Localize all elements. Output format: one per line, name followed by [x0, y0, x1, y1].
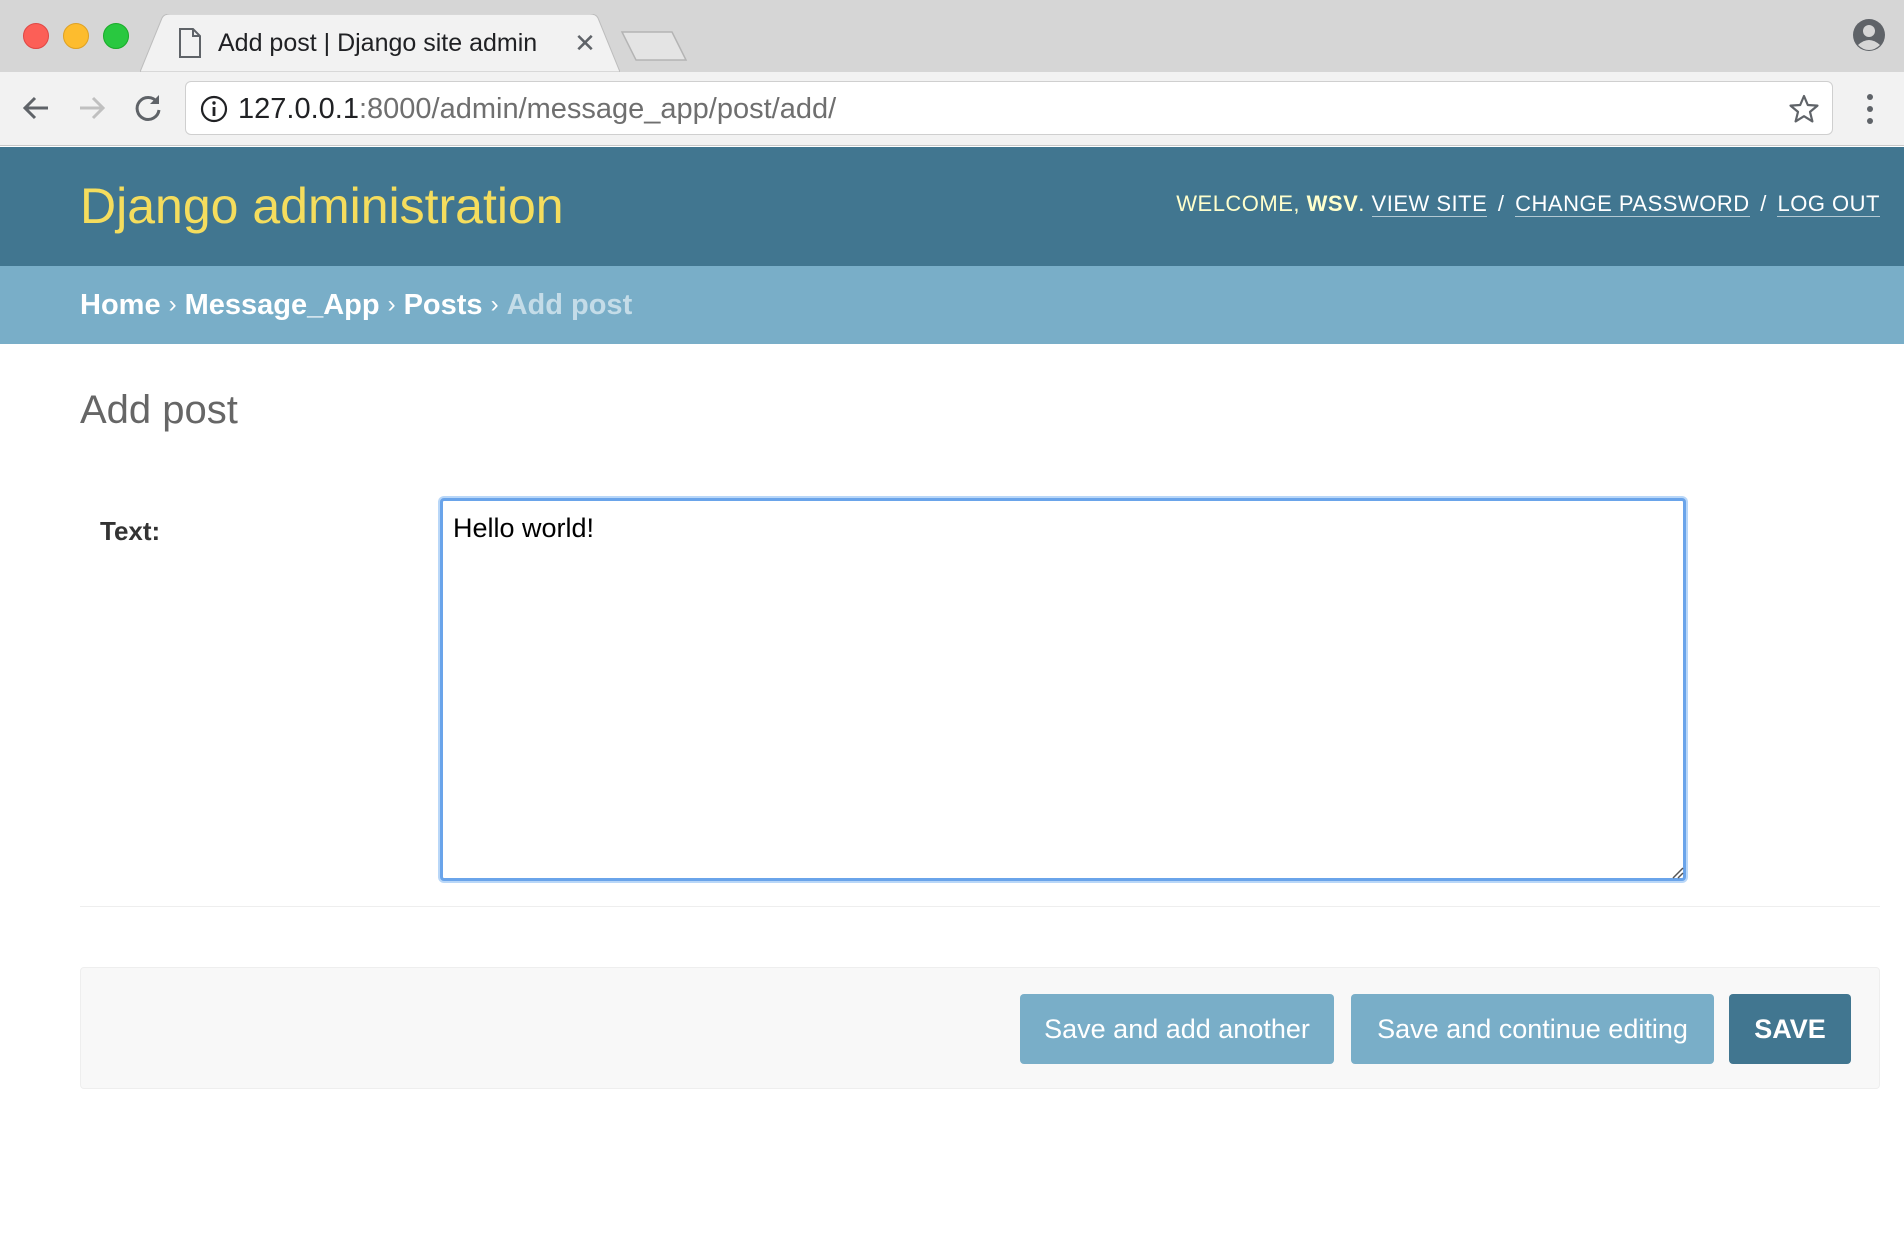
save-button[interactable]: SAVE [1729, 994, 1851, 1064]
breadcrumb-separator: › [168, 291, 177, 318]
minimize-window-button[interactable] [63, 23, 89, 49]
form-row-text: Text: Hello world! [80, 480, 1880, 907]
maximize-window-button[interactable] [103, 23, 129, 49]
log-out-link[interactable]: LOG OUT [1777, 191, 1880, 217]
separator: / [1497, 191, 1505, 216]
url-host: 127.0.0.1 [238, 93, 359, 125]
url-text: 127.0.0.1:8000/admin/message_app/post/ad… [238, 93, 836, 126]
breadcrumb-model[interactable]: Posts [404, 289, 483, 322]
user-tools: WELCOME, WSV. VIEW SITE / CHANGE PASSWOR… [1176, 191, 1880, 217]
reload-icon [135, 95, 161, 121]
close-icon[interactable]: ✕ [570, 28, 600, 59]
username-period: . [1358, 191, 1365, 216]
resize-handle-icon[interactable] [1670, 865, 1684, 879]
url-path: :8000/admin/message_app/post/add/ [358, 93, 837, 125]
breadcrumb-current: Add post [506, 288, 633, 321]
admin-header: Django administration WELCOME, WSV. VIEW… [0, 147, 1904, 266]
page-icon [179, 28, 201, 58]
text-field-label: Text: [100, 516, 161, 546]
save-and-continue-button[interactable]: Save and continue editing [1351, 994, 1714, 1064]
tab-title: Add post | Django site admin [218, 28, 538, 57]
username: WSV [1306, 191, 1359, 216]
reload-button[interactable] [126, 86, 170, 130]
breadcrumb-app[interactable]: Message_App [185, 289, 380, 322]
browser-toolbar: 127.0.0.1:8000/admin/message_app/post/ad… [0, 72, 1904, 146]
arrow-right-icon [80, 96, 106, 120]
active-tab[interactable]: Add post | Django site admin ✕ [170, 14, 600, 72]
address-bar[interactable]: 127.0.0.1:8000/admin/message_app/post/ad… [185, 81, 1833, 135]
welcome-text: WELCOME, [1176, 191, 1307, 216]
submit-row: Save and add another Save and continue e… [80, 967, 1880, 1089]
breadcrumb-separator: › [490, 291, 499, 318]
change-password-link[interactable]: CHANGE PASSWORD [1515, 191, 1750, 217]
save-and-add-another-button[interactable]: Save and add another [1020, 994, 1334, 1064]
forward-button[interactable] [70, 86, 114, 130]
star-icon[interactable] [1788, 93, 1820, 125]
view-site-link[interactable]: VIEW SITE [1371, 191, 1488, 217]
breadcrumb: Home › Message_App › Posts › Add post [0, 266, 1904, 344]
text-field[interactable]: Hello world! [440, 498, 1686, 881]
vertical-dots-icon[interactable] [1860, 92, 1880, 126]
breadcrumb-home[interactable]: Home [80, 289, 161, 322]
back-button[interactable] [14, 86, 58, 130]
info-icon[interactable] [200, 95, 228, 123]
page-title: Add post [80, 388, 238, 432]
separator: / [1760, 191, 1767, 216]
site-branding[interactable]: Django administration [80, 177, 564, 235]
breadcrumb-separator: › [387, 291, 396, 318]
new-tab-button[interactable] [620, 28, 690, 64]
arrow-left-icon [22, 96, 48, 120]
browser-tab-strip: Add post | Django site admin ✕ [0, 0, 1904, 72]
profile-icon[interactable] [1852, 18, 1886, 52]
close-window-button[interactable] [23, 23, 49, 49]
